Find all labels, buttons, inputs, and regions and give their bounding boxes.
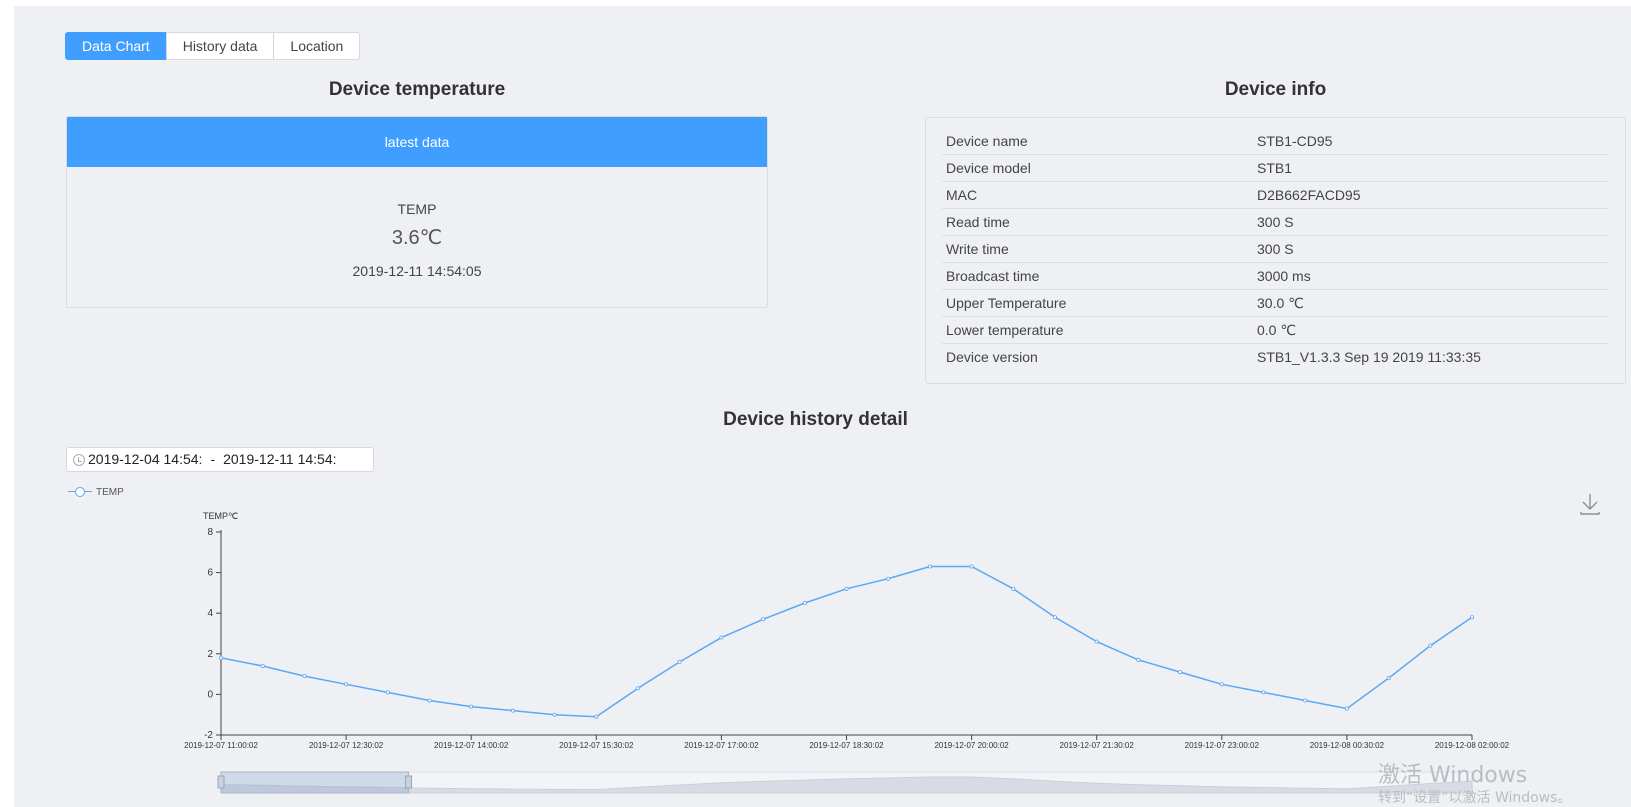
download-icon[interactable] <box>1579 492 1601 516</box>
tab-data-chart[interactable]: Data Chart <box>65 32 167 60</box>
info-row: Broadcast time 3000 ms <box>942 263 1609 290</box>
device-history-title: Device history detail <box>723 409 908 430</box>
info-row: Device model STB1 <box>942 155 1609 182</box>
info-value: 0.0 ℃ <box>1257 322 1297 338</box>
info-row: Write time 300 S <box>942 236 1609 263</box>
info-key: MAC <box>946 187 978 203</box>
tab-history-data[interactable]: History data <box>165 32 275 60</box>
device-info-table: Device name STB1-CD95 Device model STB1 MAC D… <box>925 117 1626 384</box>
info-row: Device version STB1_V1.3.3 Sep 19 2019 11… <box>942 344 1609 371</box>
info-value: D2B662FACD95 <box>1257 187 1361 203</box>
info-value: STB1 <box>1257 160 1293 176</box>
latest-data-header: latest data <box>67 117 767 167</box>
device-temperature-title: Device temperature <box>328 79 506 100</box>
legend-line-marker <box>68 486 92 498</box>
info-value: STB1-CD95 <box>1257 133 1333 149</box>
info-key: Read time <box>946 214 1010 230</box>
date-range-start[interactable]: 2019-12-04 14:54: <box>88 448 202 471</box>
date-range-end[interactable]: 2019-12-11 14:54: <box>223 448 336 471</box>
info-value: 30.0 ℃ <box>1257 295 1304 311</box>
zoom-handle-right[interactable] <box>405 775 413 789</box>
date-range-picker[interactable]: 2019-12-04 14:54: - 2019-12-11 14:54: <box>66 447 374 472</box>
chart-legend-temp[interactable]: TEMP <box>68 486 124 498</box>
temp-value: 3.6℃ <box>391 227 443 249</box>
info-key: Device name <box>946 133 1028 149</box>
info-key: Device version <box>946 349 1038 365</box>
info-row: Upper Temperature 30.0 ℃ <box>942 290 1609 317</box>
info-row: MAC D2B662FACD95 <box>942 182 1609 209</box>
latest-data-card: latest data TEMP 3.6℃ 2019-12-11 14:54:0… <box>66 116 768 308</box>
info-value: STB1_V1.3.3 Sep 19 2019 11:33:35 <box>1257 349 1481 365</box>
info-row: Device name STB1-CD95 <box>942 128 1609 155</box>
info-row: Lower temperature 0.0 ℃ <box>942 317 1609 344</box>
date-range-separator: - <box>210 451 216 467</box>
zoom-handle-left[interactable] <box>217 775 225 789</box>
temp-timestamp: 2019-12-11 14:54:05 <box>352 263 482 279</box>
info-key: Lower temperature <box>946 322 1064 338</box>
windows-activation-hint: 转到“设置”以激活 Windows。 <box>1378 790 1572 806</box>
info-key: Device model <box>946 160 1031 176</box>
windows-activation-watermark: 激活 Windows <box>1378 763 1528 788</box>
tab-location[interactable]: Location <box>273 32 361 60</box>
device-info-title: Device info <box>1224 79 1327 100</box>
temp-label: TEMP <box>397 201 437 217</box>
tab-bar: Data Chart History data Location <box>65 32 361 60</box>
info-value: 3000 ms <box>1257 268 1311 284</box>
info-value: 300 S <box>1257 241 1294 257</box>
info-key: Upper Temperature <box>946 295 1067 311</box>
clock-icon <box>73 453 85 466</box>
info-value: 300 S <box>1257 214 1294 230</box>
info-key: Write time <box>946 241 1009 257</box>
legend-label: TEMP <box>96 486 124 498</box>
info-row: Read time 300 S <box>942 209 1609 236</box>
info-key: Broadcast time <box>946 268 1040 284</box>
